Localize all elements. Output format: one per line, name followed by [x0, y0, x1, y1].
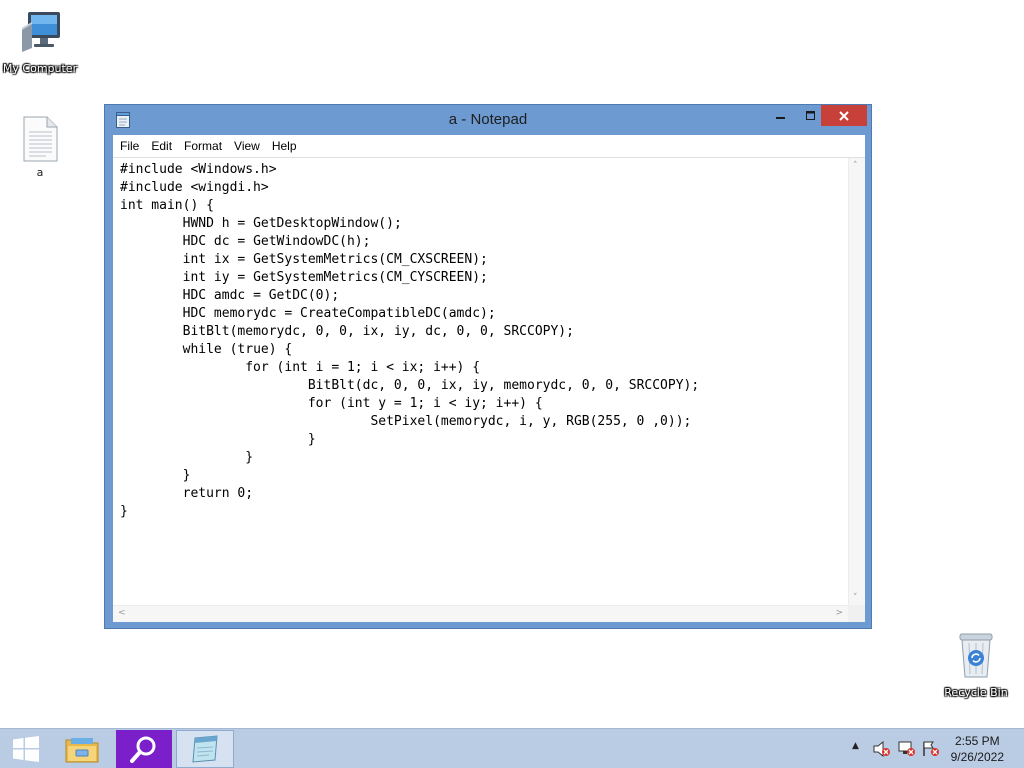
desktop-icon-my-computer[interactable]: My Computer: [0, 8, 80, 75]
text-editor[interactable]: #include <Windows.h> #include <wingdi.h>…: [113, 157, 865, 622]
menu-help[interactable]: Help: [266, 135, 303, 157]
minimize-button[interactable]: [768, 105, 794, 126]
speaker-muted-icon[interactable]: [873, 741, 891, 757]
clock-date: 9/26/2022: [950, 750, 1004, 764]
minimize-icon: [776, 116, 785, 119]
taskbar-clock[interactable]: 2:55 PM 9/26/2022: [951, 733, 1004, 765]
scroll-right-icon[interactable]: >: [835, 608, 843, 618]
maximize-icon: [806, 110, 815, 120]
clock-time: 2:55 PM: [954, 734, 1000, 748]
start-button[interactable]: [0, 730, 52, 768]
desktop-icon-recycle-bin[interactable]: Recycle Bin: [936, 630, 1016, 699]
vertical-scrollbar[interactable]: ˄ ˅: [848, 158, 865, 606]
close-icon: [839, 110, 849, 121]
menu-view[interactable]: View: [228, 135, 266, 157]
recycle-bin-icon: [959, 633, 993, 678]
menu-format[interactable]: Format: [178, 135, 228, 157]
windows-logo-icon: [13, 736, 39, 762]
close-button[interactable]: [821, 105, 867, 126]
editor-content[interactable]: #include <Windows.h> #include <wingdi.h>…: [120, 161, 699, 521]
computer-icon: [22, 12, 60, 52]
menu-edit[interactable]: Edit: [145, 135, 178, 157]
horizontal-scrollbar[interactable]: < >: [113, 605, 848, 622]
scrollbar-corner: [848, 605, 865, 622]
search-app-icon: [130, 736, 156, 763]
scroll-up-icon[interactable]: ˄: [853, 161, 858, 171]
taskbar-file-explorer[interactable]: [58, 730, 106, 768]
show-hidden-icons-chevron[interactable]: ▲: [852, 741, 859, 751]
file-explorer-icon: [65, 738, 99, 763]
taskbar: ▲ 2:55 PM 9/26/2022: [0, 728, 1024, 768]
notepad-icon: [192, 735, 218, 763]
network-error-icon[interactable]: [898, 741, 916, 757]
scroll-left-icon[interactable]: <: [118, 608, 126, 618]
text-document-icon: [23, 116, 58, 162]
action-center-flag-icon[interactable]: [922, 741, 940, 757]
taskbar-notepad[interactable]: [176, 730, 234, 768]
notepad-window: a - Notepad File Edit Format View Help #…: [104, 104, 872, 629]
desktop-icon-text-file[interactable]: a: [0, 116, 80, 179]
menu-bar: File Edit Format View Help: [113, 135, 865, 157]
title-bar[interactable]: a - Notepad: [105, 105, 871, 135]
scroll-down-icon[interactable]: ˅: [853, 593, 858, 603]
menu-file[interactable]: File: [113, 135, 145, 157]
desktop-icon-label: My Computer: [2, 62, 78, 75]
desktop-icon-label: a: [36, 166, 44, 179]
desktop-icon-label: Recycle Bin: [944, 686, 1008, 699]
taskbar-search-app[interactable]: [116, 730, 172, 768]
window-title: a - Notepad: [448, 111, 528, 128]
